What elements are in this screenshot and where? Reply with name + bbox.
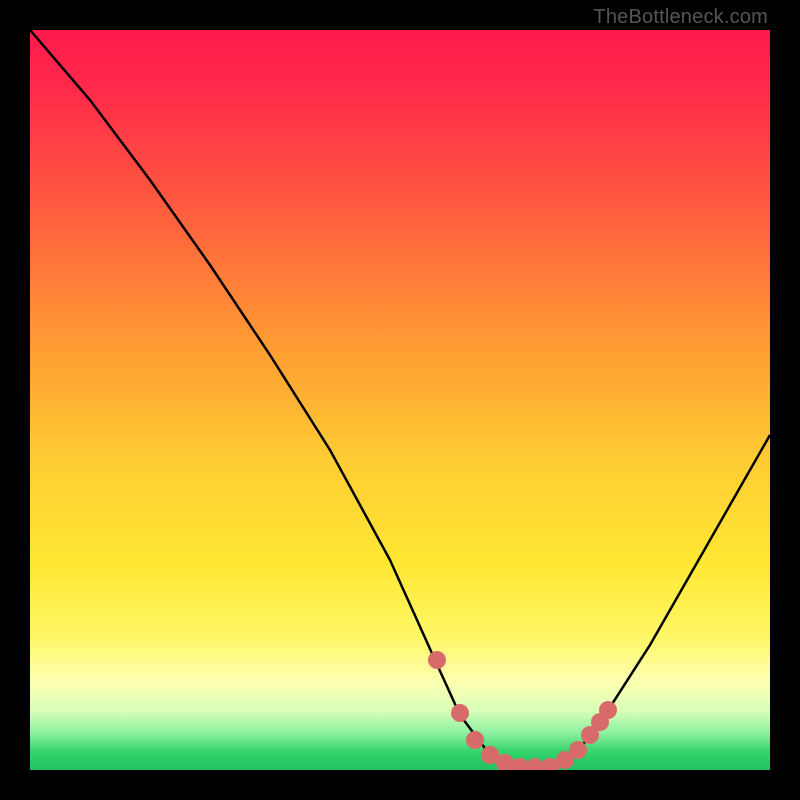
chart-overlay	[30, 30, 770, 770]
chart-plot-area	[30, 30, 770, 770]
chart-marker	[599, 701, 617, 719]
chart-marker	[466, 731, 484, 749]
chart-marker	[451, 704, 469, 722]
chart-curve	[30, 30, 770, 767]
chart-marker	[428, 651, 446, 669]
chart-markers-group	[428, 651, 617, 770]
chart-marker	[569, 741, 587, 759]
watermark-text: TheBottleneck.com	[593, 6, 768, 29]
